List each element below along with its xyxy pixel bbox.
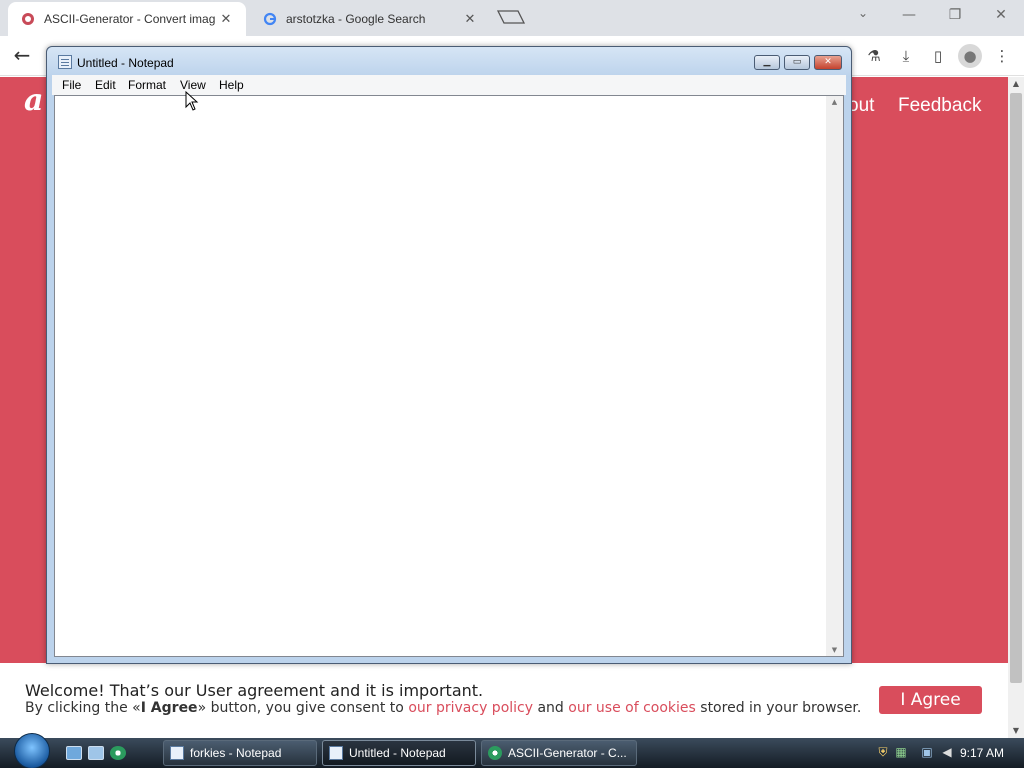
notepad-icon <box>329 746 343 760</box>
labs-flask-icon[interactable]: ⚗ <box>862 44 886 68</box>
tab-title: arstotzka - Google Search <box>286 12 426 26</box>
scroll-thumb[interactable] <box>1010 93 1022 683</box>
windows-logo-icon <box>14 733 50 768</box>
notepad-scrollbar[interactable]: ▲ ▼ <box>826 96 843 656</box>
close-icon[interactable]: ✕ <box>978 0 1024 30</box>
tab-title: ASCII-Generator - Convert imag <box>44 12 216 26</box>
cookie-consent-banner: Welcome! That’s our User agreement and i… <box>0 663 1008 738</box>
scroll-down-arrow-icon[interactable]: ▼ <box>1008 724 1024 738</box>
notepad-text-area[interactable] <box>54 95 844 657</box>
show-desktop-icon[interactable] <box>66 746 82 760</box>
menu-help[interactable]: Help <box>219 78 244 92</box>
i-agree-button[interactable]: I Agree <box>879 686 982 714</box>
taskbar-item-label: ASCII-Generator - C... <box>508 746 627 760</box>
tab-close-icon[interactable]: ✕ <box>462 11 478 27</box>
taskbar-item-ascii-generator[interactable]: ASCII-Generator - C... <box>481 740 637 766</box>
cookie-text-and: and <box>533 700 569 716</box>
cookie-text-suffix: stored in your browser. <box>695 700 862 716</box>
tab-ascii-generator[interactable]: ASCII-Generator - Convert imag ✕ <box>8 2 246 36</box>
volume-muted-icon[interactable]: ◀ <box>940 745 954 761</box>
notepad-icon <box>58 55 72 69</box>
scroll-down-arrow-icon[interactable]: ▼ <box>826 646 843 654</box>
notepad-menubar: File Edit Format View Help <box>52 75 846 95</box>
page-scrollbar[interactable]: ▲ ▼ <box>1008 77 1024 738</box>
cookies-link[interactable]: our use of cookies <box>568 700 696 716</box>
browser-tab-strip: ASCII-Generator - Convert imag ✕ arstotz… <box>0 0 1024 36</box>
back-arrow-icon[interactable]: ← <box>10 44 34 68</box>
notepad-titlebar[interactable]: Untitled - Notepad ▁ ▭ ✕ <box>47 47 851 77</box>
ascii-generator-favicon <box>20 11 36 27</box>
notepad-icon <box>170 746 184 760</box>
privacy-policy-link[interactable]: our privacy policy <box>408 700 533 716</box>
taskbar-item-label: Untitled - Notepad <box>349 746 446 760</box>
taskbar-item-label: forkies - Notepad <box>190 746 282 760</box>
notepad-window: Untitled - Notepad ▁ ▭ ✕ File Edit Forma… <box>46 46 852 664</box>
scroll-up-arrow-icon[interactable]: ▲ <box>1008 77 1024 91</box>
minimize-icon[interactable]: — <box>886 0 932 30</box>
browser-quicklaunch-icon[interactable] <box>110 746 126 760</box>
menu-file[interactable]: File <box>62 78 81 92</box>
cookie-banner-text: By clicking the «I Agree» button, you gi… <box>25 700 861 716</box>
maximize-button[interactable]: ▭ <box>784 55 810 70</box>
taskbar-item-forkies-notepad[interactable]: forkies - Notepad <box>163 740 317 766</box>
download-icon[interactable]: ⤓ <box>894 44 918 68</box>
taskbar-item-untitled-notepad[interactable]: Untitled - Notepad <box>322 740 476 766</box>
browser-window-controls: — ❐ ✕ <box>886 0 1024 30</box>
close-button[interactable]: ✕ <box>814 55 842 70</box>
side-panel-icon[interactable]: ▯ <box>926 44 950 68</box>
chrome-icon <box>488 746 502 760</box>
profile-icon[interactable]: ● <box>958 44 982 68</box>
restore-icon[interactable]: ❐ <box>932 0 978 30</box>
menu-kebab-icon[interactable]: ⋮ <box>990 44 1014 68</box>
start-button[interactable] <box>10 733 50 768</box>
tab-close-icon[interactable]: ✕ <box>218 11 234 27</box>
cookie-text-button-ref: I Agree <box>140 700 198 716</box>
tab-search-icon[interactable]: ⌄ <box>852 6 874 24</box>
nav-feedback-link[interactable]: Feedback <box>898 95 981 117</box>
switch-windows-icon[interactable] <box>88 746 104 760</box>
windows-update-icon[interactable]: ▦ <box>894 745 908 761</box>
cookie-banner-title: Welcome! That’s our User agreement and i… <box>25 681 484 700</box>
menu-view[interactable]: View <box>180 78 206 92</box>
tab-google-search[interactable]: arstotzka - Google Search ✕ <box>250 2 490 36</box>
windows-taskbar: forkies - Notepad Untitled - Notepad ASC… <box>0 733 1024 768</box>
taskbar-clock[interactable]: 9:17 AM <box>960 746 1004 760</box>
scroll-up-arrow-icon[interactable]: ▲ <box>826 98 843 106</box>
cookie-text-middle: » button, you give consent to <box>197 700 409 716</box>
menu-edit[interactable]: Edit <box>95 78 116 92</box>
mouse-pointer-icon <box>185 91 199 111</box>
network-icon[interactable]: ▣ <box>920 745 934 761</box>
notepad-title: Untitled - Notepad <box>77 56 174 70</box>
menu-format[interactable]: Format <box>128 78 166 92</box>
cookie-text-prefix: By clicking the « <box>25 700 141 716</box>
minimize-button[interactable]: ▁ <box>754 55 780 70</box>
site-logo[interactable]: a <box>24 83 43 118</box>
security-shield-icon[interactable]: ⛨ <box>876 745 890 761</box>
google-g-icon <box>262 11 278 27</box>
new-tab-button[interactable] <box>496 9 526 25</box>
